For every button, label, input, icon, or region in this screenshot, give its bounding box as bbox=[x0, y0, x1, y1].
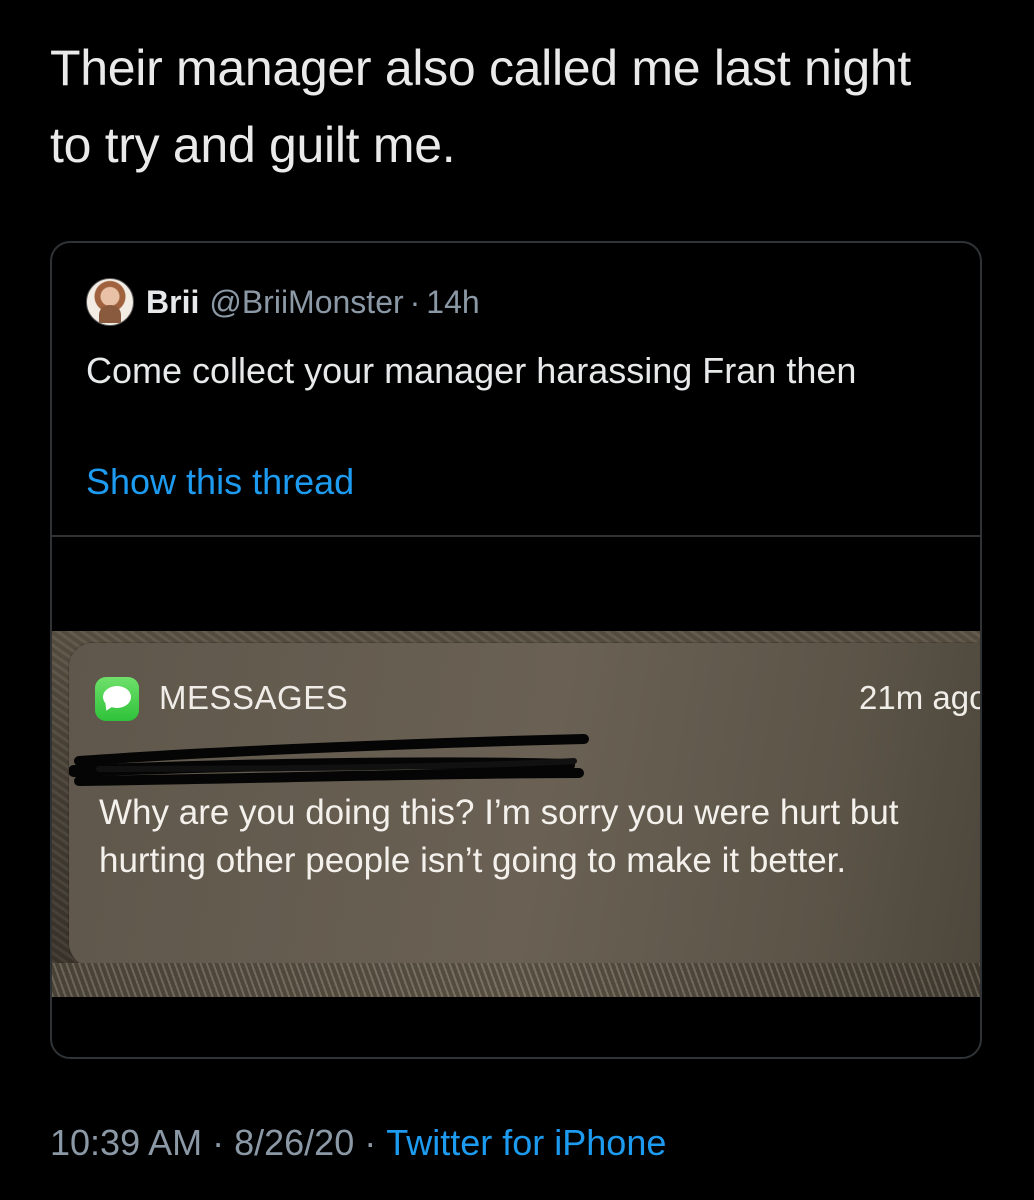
quoted-tweet-text: Come collect your manager harassing Fran… bbox=[86, 350, 857, 391]
tweet-metadata: 10:39 AM · 8/26/20 · Twitter for iPhone bbox=[50, 1122, 666, 1164]
show-thread-link[interactable]: Show this thread bbox=[86, 461, 354, 503]
tweet-time[interactable]: 10:39 AM bbox=[50, 1122, 202, 1163]
notification-message: Why are you doing this? I’m sorry you we… bbox=[99, 793, 899, 880]
divider bbox=[52, 535, 980, 537]
quoted-author-handle[interactable]: @BriiMonster bbox=[209, 284, 403, 321]
tweet-text: Their manager also called me last night … bbox=[50, 40, 911, 173]
separator-dot: · bbox=[364, 1122, 377, 1163]
tweet-detail-page: Their manager also called me last night … bbox=[0, 0, 1034, 1200]
tweet-source-link[interactable]: Twitter for iPhone bbox=[386, 1122, 666, 1163]
redaction-scribble bbox=[69, 734, 589, 786]
quoted-tweet-image[interactable]: MESSAGES 21m ago Why are you doing this?… bbox=[52, 631, 980, 997]
tweet-date[interactable]: 8/26/20 bbox=[234, 1122, 354, 1163]
quoted-tweet-card[interactable]: Brii @BriiMonster · 14h Come collect you… bbox=[50, 241, 982, 1059]
quoted-tweet-time[interactable]: 14h bbox=[426, 284, 479, 321]
avatar[interactable] bbox=[86, 278, 134, 326]
messages-icon bbox=[95, 677, 139, 721]
quoted-tweet-header: Brii @BriiMonster · 14h bbox=[86, 277, 480, 327]
messages-notification: MESSAGES 21m ago Why are you doing this?… bbox=[69, 643, 980, 967]
separator-dot: · bbox=[409, 283, 421, 320]
notification-time: 21m ago bbox=[859, 679, 980, 716]
photo-background-strip bbox=[52, 963, 980, 997]
separator-dot: · bbox=[212, 1122, 225, 1163]
notification-app-name: MESSAGES bbox=[159, 679, 349, 716]
quoted-author-name[interactable]: Brii bbox=[146, 284, 199, 321]
